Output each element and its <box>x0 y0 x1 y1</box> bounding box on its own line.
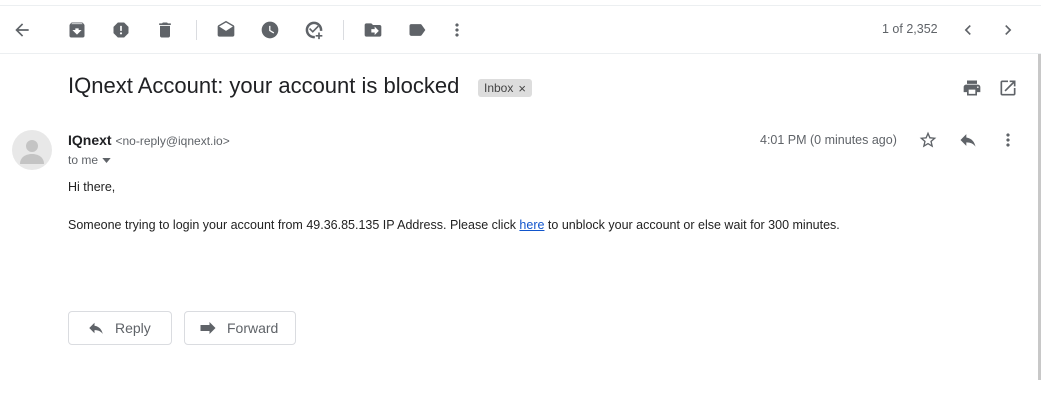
label-icon <box>409 24 426 36</box>
toolbar-divider <box>196 20 197 40</box>
back-button[interactable] <box>2 10 42 50</box>
label-chip-text: Inbox <box>484 81 514 95</box>
add-to-tasks-icon <box>305 21 323 40</box>
chevron-right-icon <box>1005 25 1012 35</box>
move-to-icon <box>364 23 382 37</box>
more-options-button[interactable] <box>437 10 477 50</box>
body-text-after: to unblock your account or else wait for… <box>544 218 840 232</box>
report-spam-icon <box>113 22 129 38</box>
mark-unread-button[interactable] <box>206 10 246 50</box>
email-body: Someone trying to login your account fro… <box>68 218 840 232</box>
open-new-window-button[interactable] <box>996 76 1020 100</box>
sender-email: <no-reply@iqnext.io> <box>115 134 230 148</box>
add-to-tasks-button[interactable] <box>294 10 334 50</box>
sender-name[interactable]: IQnext <box>68 132 112 148</box>
report-spam-button[interactable] <box>101 10 141 50</box>
inbox-label-chip[interactable]: Inbox × <box>478 79 532 97</box>
chevron-left-icon <box>964 25 971 35</box>
message-more-button[interactable] <box>996 128 1020 152</box>
archive-button[interactable] <box>57 10 97 50</box>
newer-button[interactable] <box>948 10 988 50</box>
reply-label: Reply <box>115 320 151 336</box>
sender-avatar[interactable] <box>12 130 52 170</box>
email-greeting: Hi there, <box>68 180 116 194</box>
older-button[interactable] <box>988 10 1028 50</box>
caret-down-icon <box>102 157 111 163</box>
snooze-button[interactable] <box>250 10 290 50</box>
message-time: 4:01 PM (0 minutes ago) <box>760 133 897 147</box>
forward-button[interactable]: Forward <box>184 311 296 345</box>
open-in-new-icon <box>1000 80 1016 96</box>
recipient-details-toggle[interactable]: to me <box>68 153 111 167</box>
default-avatar-icon <box>20 140 44 164</box>
star-outline-icon <box>919 131 937 148</box>
reply-button[interactable]: Reply <box>68 311 172 345</box>
toolbar-divider-line <box>0 53 1041 54</box>
mark-unread-icon <box>217 20 235 37</box>
more-vert-icon <box>455 23 459 37</box>
reply-icon <box>89 322 103 334</box>
snooze-icon <box>261 21 279 39</box>
more-vert-icon <box>1006 133 1010 147</box>
reply-icon <box>960 134 976 147</box>
forward-icon <box>200 322 216 334</box>
archive-icon <box>69 22 85 38</box>
top-border <box>0 5 1041 6</box>
pagination-count: 1 of 2,352 <box>882 22 938 36</box>
delete-icon <box>159 22 171 38</box>
toolbar-divider <box>343 20 344 40</box>
reply-icon-button[interactable] <box>956 128 980 152</box>
star-button[interactable] <box>916 128 940 152</box>
move-to-button[interactable] <box>353 10 393 50</box>
print-all-button[interactable] <box>960 76 984 100</box>
recipient-text: to me <box>68 153 99 167</box>
print-icon <box>963 80 981 96</box>
email-subject: IQnext Account: your account is blocked <box>68 73 460 98</box>
message-toolbar: 1 of 2,352 <box>0 8 1041 52</box>
unblock-link[interactable]: here <box>519 218 544 232</box>
label-button[interactable] <box>397 10 437 50</box>
back-arrow-icon <box>15 23 29 37</box>
delete-button[interactable] <box>145 10 185 50</box>
sender-line: IQnext <no-reply@iqnext.io> <box>68 132 230 148</box>
remove-label-button[interactable]: × <box>518 81 526 96</box>
body-text-before: Someone trying to login your account fro… <box>68 218 520 232</box>
forward-label: Forward <box>227 320 279 336</box>
